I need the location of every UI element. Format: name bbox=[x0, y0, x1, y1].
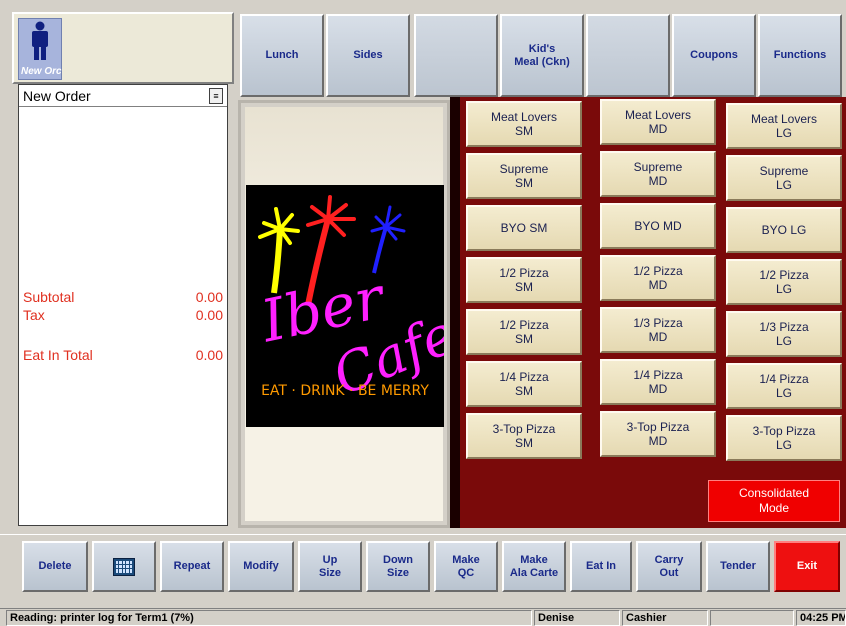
status-role: Cashier bbox=[622, 610, 708, 626]
menu-item-button[interactable]: Meat Lovers MD bbox=[600, 99, 716, 145]
tender-button[interactable]: Tender bbox=[706, 541, 770, 592]
kids-meal-button[interactable]: Kid's Meal (Ckn) bbox=[500, 14, 584, 97]
person-icon bbox=[32, 21, 48, 60]
delete-button[interactable]: Delete bbox=[22, 541, 88, 592]
menu-item-button[interactable]: Meat Lovers LG bbox=[726, 103, 842, 149]
panel-divider bbox=[450, 97, 460, 528]
category-bar: Lunch Sides Kid's Meal (Ckn) Coupons Fun… bbox=[238, 12, 846, 100]
menu-item-button[interactable]: 3-Top Pizza LG bbox=[726, 415, 842, 461]
logo-tagline: EAT · DRINK · BE MERRY bbox=[261, 383, 429, 399]
modify-button[interactable]: Modify bbox=[228, 541, 294, 592]
make-ala-carte-button[interactable]: Make Ala Carte bbox=[502, 541, 566, 592]
menu-item-button[interactable]: 1/4 Pizza MD bbox=[600, 359, 716, 405]
status-bar: Reading: printer log for Term1 (7%) Deni… bbox=[0, 608, 846, 626]
menu-item-button[interactable]: Supreme MD bbox=[600, 151, 716, 197]
menu-item-button[interactable]: Supreme LG bbox=[726, 155, 842, 201]
sides-button[interactable]: Sides bbox=[326, 14, 410, 97]
menu-item-grid: Meat Lovers SM Supreme SM BYO SM 1/2 Piz… bbox=[460, 97, 846, 528]
status-message: Reading: printer log for Term1 (7%) bbox=[6, 610, 532, 626]
functions-button[interactable]: Functions bbox=[758, 14, 842, 97]
carry-out-button[interactable]: Carry Out bbox=[636, 541, 702, 592]
exit-button[interactable]: Exit bbox=[774, 541, 840, 592]
order-title: New Order bbox=[23, 87, 91, 104]
tax-row: Tax 0.00 bbox=[23, 307, 223, 323]
total-value: 0.00 bbox=[195, 347, 223, 363]
menu-item-button[interactable]: 3-Top Pizza SM bbox=[466, 413, 582, 459]
subtotal-label: Subtotal bbox=[23, 289, 75, 305]
user-tile: New Orc bbox=[12, 12, 234, 84]
consolidated-mode-button[interactable]: Consolidated Mode bbox=[708, 480, 840, 522]
action-bar: Delete Repeat Modify Up Size Down Size M… bbox=[0, 534, 846, 604]
iber-cafe-logo: Iber Cafe EAT · DRINK · BE MERRY bbox=[246, 185, 464, 427]
menu-item-button[interactable]: BYO LG bbox=[726, 207, 842, 253]
menu-item-button[interactable]: 1/2 Pizza SM bbox=[466, 257, 582, 303]
total-row: Eat In Total 0.00 bbox=[23, 347, 223, 363]
blank-category-button-2[interactable] bbox=[586, 14, 670, 97]
menu-item-button[interactable]: 1/3 Pizza LG bbox=[726, 311, 842, 357]
menu-item-button[interactable]: 1/4 Pizza SM bbox=[466, 361, 582, 407]
menu-item-button[interactable]: 1/2 Pizza LG bbox=[726, 259, 842, 305]
menu-item-button[interactable]: BYO MD bbox=[600, 203, 716, 249]
lunch-button[interactable]: Lunch bbox=[240, 14, 324, 97]
status-blank bbox=[710, 610, 794, 626]
down-size-button[interactable]: Down Size bbox=[366, 541, 430, 592]
new-order-button[interactable]: New Orc bbox=[18, 18, 62, 80]
make-qc-button[interactable]: Make QC bbox=[434, 541, 498, 592]
menu-item-button[interactable]: Supreme SM bbox=[466, 153, 582, 199]
total-label: Eat In Total bbox=[23, 347, 93, 363]
eat-in-button[interactable]: Eat In bbox=[570, 541, 632, 592]
order-menu-icon[interactable]: ≡ bbox=[209, 87, 223, 104]
user-tile-label: New Orc bbox=[21, 66, 62, 77]
keyboard-icon bbox=[113, 557, 135, 576]
menu-item-button[interactable]: 3-Top Pizza MD bbox=[600, 411, 716, 457]
status-user: Denise bbox=[534, 610, 620, 626]
tax-label: Tax bbox=[23, 307, 45, 323]
order-panel: New Order ≡ Subtotal 0.00 Tax 0.00 Eat I… bbox=[18, 84, 228, 526]
menu-item-button[interactable]: 1/3 Pizza MD bbox=[600, 307, 716, 353]
coupons-button[interactable]: Coupons bbox=[672, 14, 756, 97]
blank-category-button-1[interactable] bbox=[414, 14, 498, 97]
status-time: 04:25 PM bbox=[796, 610, 846, 626]
menu-item-button[interactable]: 1/4 Pizza LG bbox=[726, 363, 842, 409]
menu-item-button[interactable]: 1/2 Pizza SM bbox=[466, 309, 582, 355]
pos-screen: New Orc Lunch Sides Kid's Meal (Ckn) Cou… bbox=[0, 0, 846, 626]
subtotal-row: Subtotal 0.00 bbox=[23, 289, 223, 305]
up-size-button[interactable]: Up Size bbox=[298, 541, 362, 592]
menu-item-button[interactable]: 1/2 Pizza MD bbox=[600, 255, 716, 301]
order-header: New Order ≡ bbox=[19, 85, 227, 107]
logo-panel: Iber Cafe EAT · DRINK · BE MERRY bbox=[238, 100, 464, 528]
menu-item-button[interactable]: BYO SM bbox=[466, 205, 582, 251]
keyboard-button[interactable] bbox=[92, 541, 156, 592]
subtotal-value: 0.00 bbox=[195, 289, 223, 305]
tax-value: 0.00 bbox=[195, 307, 223, 323]
menu-item-button[interactable]: Meat Lovers SM bbox=[466, 101, 582, 147]
repeat-button[interactable]: Repeat bbox=[160, 541, 224, 592]
